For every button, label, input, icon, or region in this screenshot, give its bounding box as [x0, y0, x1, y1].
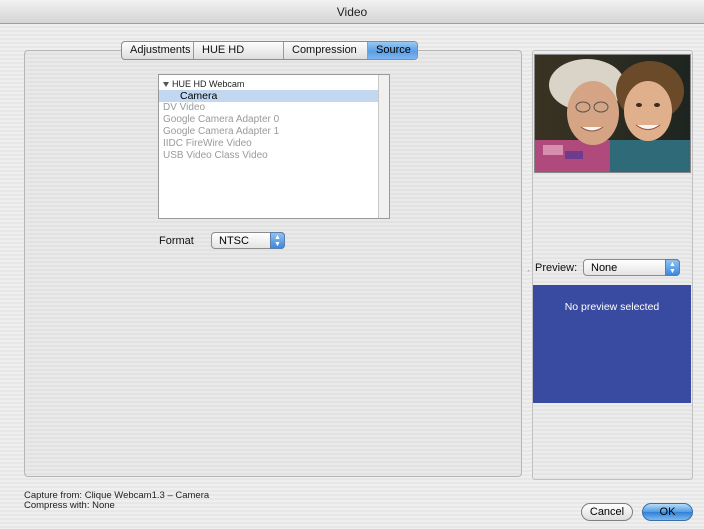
- resize-mark: ˰: [527, 262, 530, 272]
- source-item-dv-video[interactable]: DV Video: [163, 102, 205, 114]
- popup-arrows-icon: ▲ ▼: [665, 259, 680, 276]
- source-group-hue-hd-webcam[interactable]: HUE HD Webcam: [163, 78, 244, 90]
- source-item-iidc-firewire-video[interactable]: IIDC FireWire Video: [163, 138, 252, 150]
- tab-source[interactable]: Source: [368, 42, 417, 59]
- source-item-usb-video-class-video[interactable]: USB Video Class Video: [163, 150, 268, 162]
- preview-area: No preview selected: [533, 285, 691, 403]
- format-label: Format: [159, 235, 194, 247]
- tab-compression[interactable]: Compression: [284, 42, 368, 59]
- popup-arrows-icon: ▲ ▼: [270, 232, 285, 249]
- preview-message: No preview selected: [564, 301, 660, 313]
- preview-popup[interactable]: None ▲ ▼: [583, 259, 680, 276]
- preview-value: None: [591, 262, 618, 274]
- format-popup[interactable]: NTSC ▲ ▼: [211, 232, 285, 249]
- webcam-photo: [535, 55, 690, 172]
- disclosure-triangle-icon[interactable]: [163, 82, 169, 88]
- tab-adjustments[interactable]: Adjustments: [122, 42, 194, 59]
- title-bar: Video: [0, 0, 704, 24]
- format-value: NTSC: [219, 235, 249, 247]
- source-list[interactable]: HUE HD Webcam Camera DV Video Google Cam…: [158, 74, 390, 219]
- ok-button[interactable]: OK: [642, 503, 693, 521]
- cancel-button[interactable]: Cancel: [581, 503, 633, 521]
- source-group-label: HUE HD Webcam: [172, 79, 245, 89]
- source-item-google-camera-adapter-1[interactable]: Google Camera Adapter 1: [163, 126, 279, 138]
- source-list-scrollbar[interactable]: [378, 75, 389, 218]
- preview-label: Preview:: [535, 262, 578, 274]
- window-title: Video: [336, 5, 368, 19]
- source-item-camera[interactable]: Camera: [159, 90, 379, 102]
- tab-bar: Adjustments HUE HD Webcam Compression So…: [121, 41, 418, 60]
- compress-with-text: Compress with: None: [24, 500, 115, 511]
- webcam-image: [534, 54, 691, 173]
- source-item-google-camera-adapter-0[interactable]: Google Camera Adapter 0: [163, 114, 279, 126]
- tab-hue-hd-webcam[interactable]: HUE HD Webcam: [194, 42, 284, 59]
